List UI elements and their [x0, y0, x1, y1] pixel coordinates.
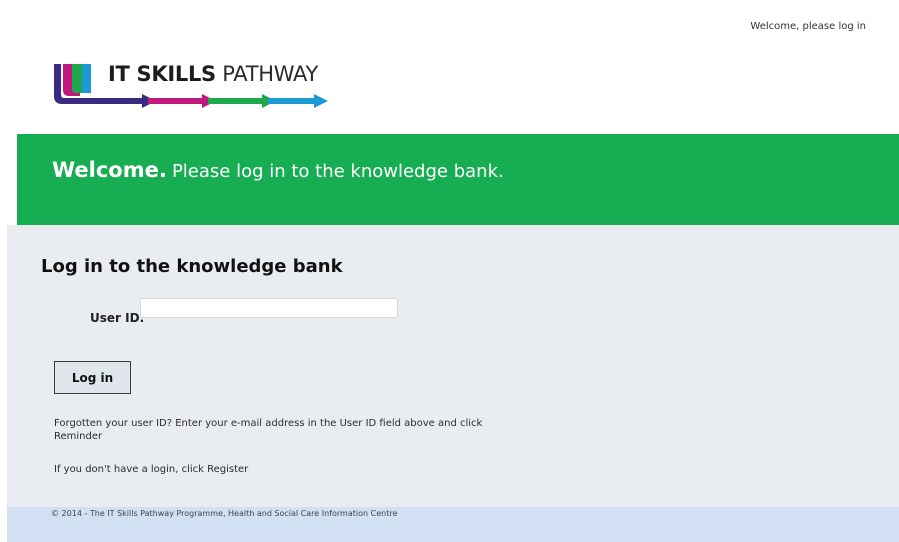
- register-text: If you don't have a login, click: [54, 464, 204, 475]
- logo-text-bold: IT SKILLS: [108, 62, 216, 86]
- user-id-label: User ID:: [90, 311, 145, 325]
- user-id-input[interactable]: [140, 298, 398, 318]
- copyright-text: © 2014 - The IT Skills Pathway Programme…: [51, 509, 398, 518]
- banner-strong-text: Welcome.: [52, 158, 167, 182]
- banner-text: Welcome. Please log in to the knowledge …: [52, 158, 504, 182]
- site-logo[interactable]: IT SKILLS PATHWAY: [52, 60, 342, 110]
- login-panel: Log in to the knowledge bank User ID: Lo…: [7, 225, 899, 507]
- welcome-banner: Welcome. Please log in to the knowledge …: [17, 134, 899, 225]
- logo-wordmark: IT SKILLS PATHWAY: [108, 62, 318, 86]
- welcome-status-text: Welcome, please log in: [750, 21, 866, 32]
- register-link[interactable]: Register: [207, 464, 248, 475]
- forgotten-text: Forgotten your user ID? Enter your e-mai…: [54, 418, 483, 429]
- banner-rest-text: Please log in to the knowledge bank.: [171, 161, 504, 182]
- forgotten-help-text: Forgotten your user ID? Enter your e-mai…: [54, 417, 494, 443]
- register-help-text: If you don't have a login, click Registe…: [54, 463, 248, 476]
- login-heading: Log in to the knowledge bank: [41, 256, 343, 277]
- page-footer: © 2014 - The IT Skills Pathway Programme…: [7, 507, 899, 542]
- login-button[interactable]: Log in: [54, 361, 131, 394]
- logo-text-light: PATHWAY: [222, 62, 319, 86]
- reminder-link[interactable]: Reminder: [54, 431, 102, 442]
